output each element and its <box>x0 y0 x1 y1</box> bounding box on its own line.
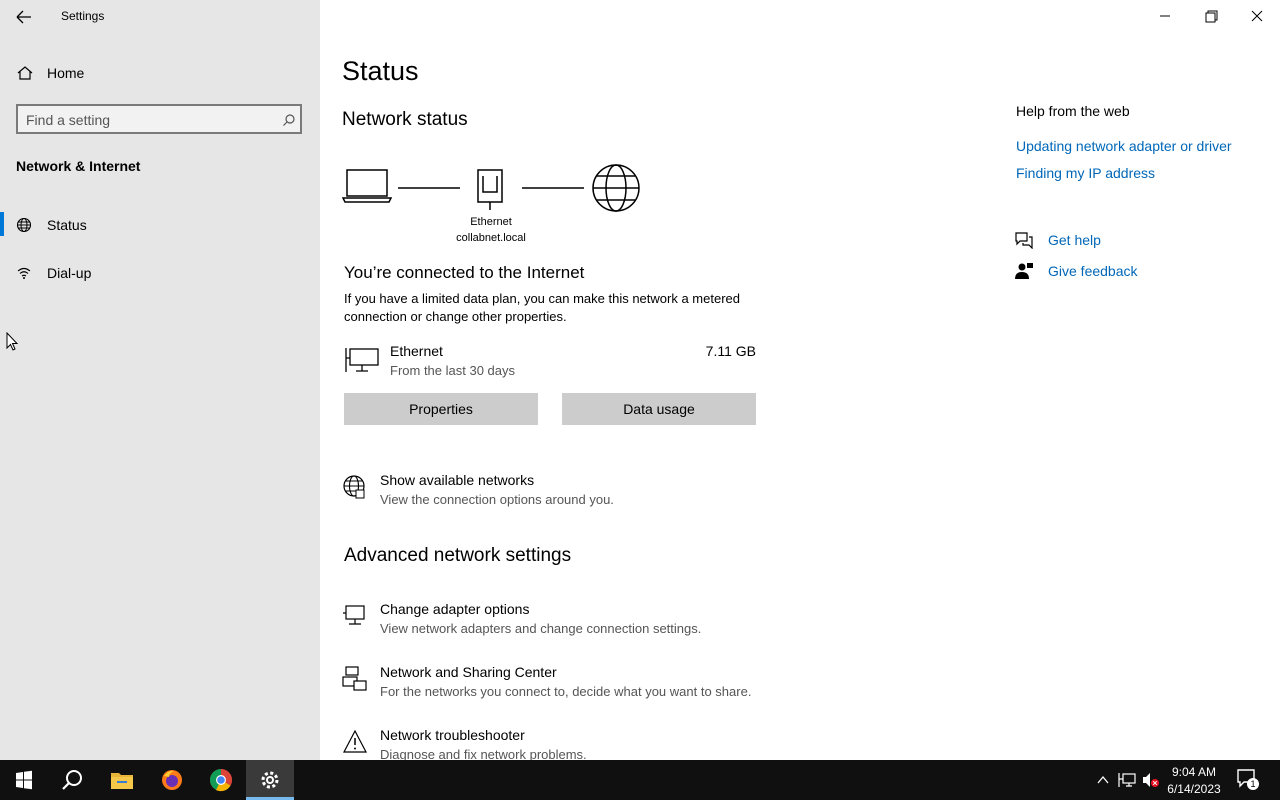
search-input[interactable] <box>26 110 266 130</box>
settings-icon <box>261 771 279 789</box>
data-usage-button[interactable]: Data usage <box>562 393 756 425</box>
taskbar-chrome[interactable] <box>197 760 245 800</box>
network-diagram <box>342 164 640 212</box>
page-title: Status <box>342 56 419 86</box>
sharing-center-desc: For the networks you connect to, decide … <box>380 684 752 699</box>
connection-status-heading: You’re connected to the Internet <box>344 263 585 282</box>
network-status-heading: Network status <box>342 109 468 130</box>
close-button[interactable] <box>1242 6 1272 26</box>
sidebar: Settings Home Network & Internet Status … <box>0 0 320 760</box>
show-hidden-icons-icon[interactable] <box>1096 774 1110 786</box>
action-center-button[interactable]: 1 <box>1236 768 1262 792</box>
show-networks-title: Show available networks <box>380 472 535 488</box>
laptop-icon <box>342 169 393 203</box>
help-link-update-adapter[interactable]: Updating network adapter or driver <box>1016 138 1232 154</box>
taskbar-firefox[interactable] <box>148 760 196 800</box>
troubleshooter-desc: Diagnose and fix network problems. <box>380 747 587 760</box>
troubleshooter-title: Network troubleshooter <box>380 727 525 743</box>
dialup-icon <box>17 267 31 279</box>
change-adapter-title: Change adapter options <box>380 601 530 617</box>
notification-count-badge: 1 <box>1247 778 1259 790</box>
taskbar-search-button[interactable] <box>48 760 96 800</box>
back-arrow-icon <box>16 10 31 24</box>
search-field[interactable] <box>16 104 302 134</box>
window-title: Settings <box>61 9 105 23</box>
warning-icon <box>343 729 367 753</box>
properties-button[interactable]: Properties <box>344 393 538 425</box>
advanced-settings-heading: Advanced network settings <box>344 545 572 566</box>
get-help-icon <box>1015 232 1033 249</box>
search-icon <box>283 114 295 126</box>
back-button[interactable] <box>14 8 34 26</box>
adapter-name: Ethernet <box>470 216 512 228</box>
start-button[interactable] <box>0 760 48 800</box>
connection-status-desc: If you have a limited data plan, you can… <box>344 291 740 324</box>
ethernet-adapter-icon <box>345 348 379 372</box>
troubleshooter-row[interactable]: Network troubleshooter Diagnose and fix … <box>342 727 782 760</box>
sidebar-item-label: Dial-up <box>47 265 92 281</box>
network-globe-icon <box>343 475 365 499</box>
globe-icon <box>16 217 32 233</box>
show-networks-row[interactable]: Show available networks View the connect… <box>342 472 762 512</box>
start-icon <box>16 770 32 790</box>
help-heading: Help from the web <box>1016 103 1130 119</box>
sharing-center-title: Network and Sharing Center <box>380 664 557 680</box>
adapter-domain: collabnet.local <box>456 232 526 244</box>
minimize-button[interactable] <box>1150 6 1180 26</box>
taskbar-file-explorer[interactable] <box>98 760 146 800</box>
adapter-icon <box>343 605 365 625</box>
chrome-icon <box>210 769 232 792</box>
help-link-find-ip[interactable]: Finding my IP address <box>1016 165 1155 181</box>
get-help-link[interactable]: Get help <box>1048 232 1101 248</box>
firefox-icon <box>162 770 182 790</box>
sidebar-item-home[interactable]: Home <box>0 53 320 93</box>
sidebar-item-label: Status <box>47 217 87 233</box>
change-adapter-row[interactable]: Change adapter options View network adap… <box>342 601 782 641</box>
sidebar-item-label: Home <box>47 65 85 81</box>
connection-period: From the last 30 days <box>390 363 515 378</box>
sharing-center-row[interactable]: Network and Sharing Center For the netwo… <box>342 664 782 704</box>
feedback-icon <box>1015 263 1033 279</box>
sharing-icon <box>342 666 367 691</box>
taskbar: 9:04 AM 6/14/2023 1 <box>0 760 1280 800</box>
home-icon <box>17 66 33 80</box>
restore-button[interactable] <box>1196 6 1226 26</box>
taskbar-settings[interactable] <box>246 760 294 800</box>
volume-muted-icon[interactable] <box>1142 772 1160 788</box>
search-icon <box>62 770 82 790</box>
give-feedback-link[interactable]: Give feedback <box>1048 263 1138 279</box>
clock-time: 9:04 AM <box>1171 765 1217 779</box>
clock-date: 6/14/2023 <box>1167 782 1221 796</box>
section-title: Network & Internet <box>16 158 141 174</box>
close-icon <box>1251 10 1263 22</box>
restore-icon <box>1205 10 1218 23</box>
change-adapter-desc: View network adapters and change connect… <box>380 621 702 636</box>
sidebar-item-dialup[interactable]: Dial-up <box>0 253 320 293</box>
clock[interactable]: 9:04 AM 6/14/2023 <box>1164 764 1224 798</box>
connection-name: Ethernet <box>390 343 443 359</box>
internet-globe-icon <box>592 164 640 212</box>
data-usage-value: 7.11 GB <box>705 343 756 359</box>
sidebar-item-status[interactable]: Status <box>0 205 320 245</box>
network-tray-icon[interactable] <box>1118 772 1136 788</box>
ethernet-port-icon <box>477 169 503 210</box>
minimize-icon <box>1160 15 1170 17</box>
show-networks-desc: View the connection options around you. <box>380 492 614 507</box>
adapter-label: Ethernet collabnet.local <box>441 214 541 246</box>
mouse-cursor-icon <box>6 332 19 351</box>
file-explorer-icon <box>111 773 133 789</box>
